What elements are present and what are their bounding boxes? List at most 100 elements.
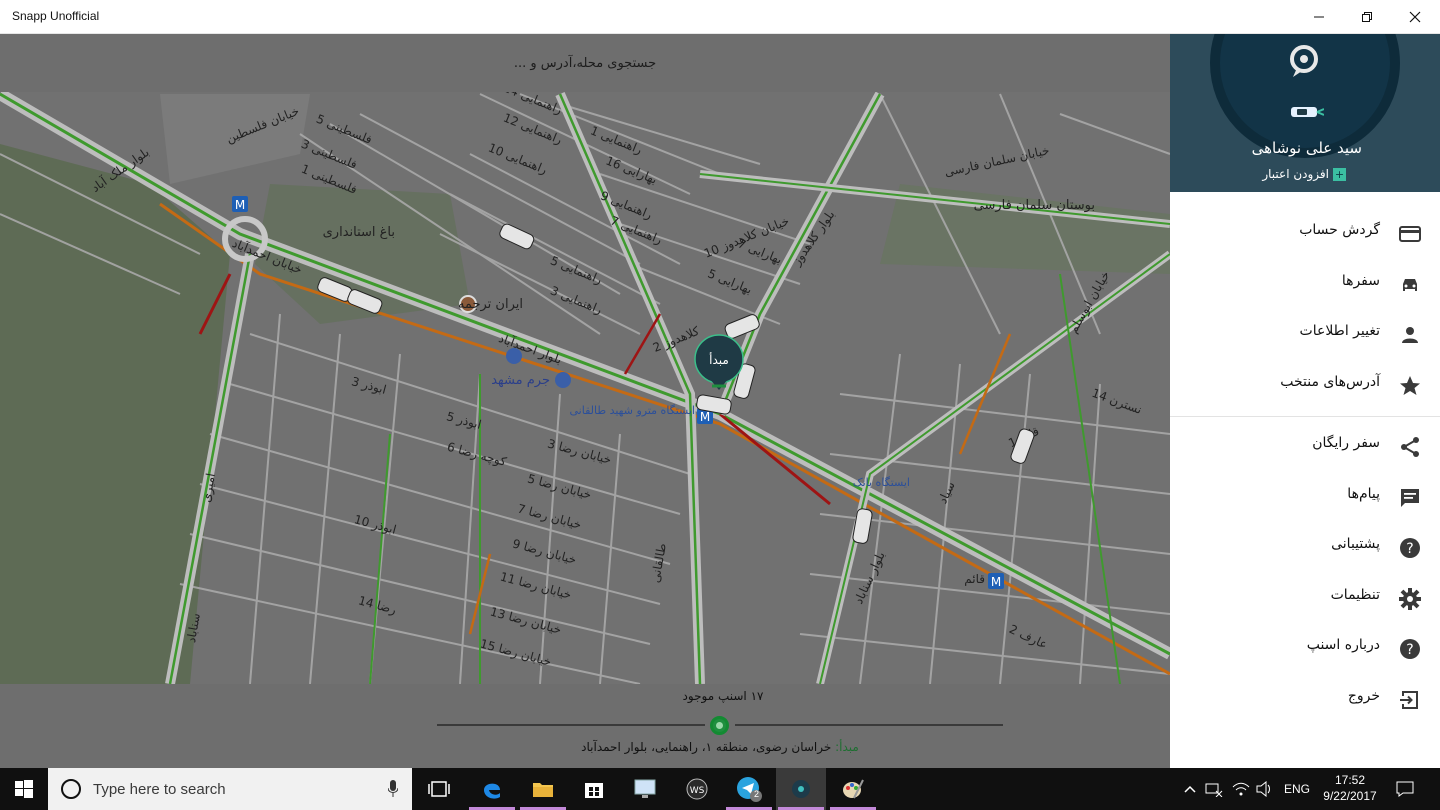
gear-icon	[1399, 587, 1421, 610]
network-disconnected-icon	[1205, 783, 1223, 797]
close-icon	[1409, 11, 1421, 23]
share-icon	[1401, 437, 1419, 457]
help-icon: ?	[1400, 538, 1420, 558]
start-button[interactable]	[0, 768, 48, 810]
taskbar: Type here to search WS 2 ENG 17:52 9/22/…	[0, 768, 1440, 810]
add-credit-label: افزودن اعتبار	[1262, 167, 1329, 181]
map-view[interactable]: M M M باغ استانداری ایران ترجمه جرم مشهد…	[0, 34, 1170, 768]
wifi-icon	[1232, 782, 1250, 796]
tray-clock[interactable]: 17:52 9/22/2017	[1316, 772, 1384, 804]
menu-item-label: درباره اسنپ	[1306, 637, 1380, 653]
menu-item-logout[interactable]: خروج	[1170, 675, 1440, 726]
paint-icon	[843, 779, 864, 799]
origin-address: مبدأ: خراسان رضوی، منطقه ۱، راهنمایی، بل…	[0, 740, 1170, 754]
taskbar-app-edge[interactable]	[467, 768, 517, 810]
help-icon: ?	[1400, 639, 1420, 659]
slider-track-left[interactable]	[437, 724, 705, 726]
clock-time: 17:52	[1334, 773, 1366, 787]
tray-language[interactable]: ENG	[1284, 768, 1310, 810]
menu-item-account-history[interactable]: گردش حساب	[1170, 209, 1440, 260]
svg-text:WS: WS	[690, 786, 705, 796]
menu-item-favorite-addresses[interactable]: آدرس‌های منتخب	[1170, 361, 1440, 412]
menu-item-label: سفرها	[1341, 272, 1380, 289]
menu-item-settings[interactable]: تنظیمات	[1170, 574, 1440, 625]
menu-item-support[interactable]: پشتیبانی ?	[1170, 523, 1440, 574]
drawer-header: سید علی نوشاهی + افزودن اعتبار	[1170, 34, 1440, 192]
snapp-logo-icon	[1290, 45, 1318, 77]
action-center-button[interactable]	[1392, 768, 1418, 810]
taskbar-app-monitor[interactable]	[620, 768, 670, 810]
tray-wifi[interactable]	[1232, 768, 1250, 810]
slider-track-right[interactable]	[735, 724, 1003, 726]
map-label: جرم مشهد	[491, 373, 550, 388]
maximize-button[interactable]	[1344, 0, 1390, 34]
origin-address-text: خراسان رضوی، منطقه ۱، راهنمایی، بلوار اح…	[581, 740, 832, 754]
menu-item-rides[interactable]: سفرها	[1170, 260, 1440, 311]
menu-item-label: خروج	[1347, 687, 1380, 704]
car-badge-icon	[1291, 107, 1324, 117]
snapp-app-icon	[792, 780, 810, 798]
close-button[interactable]	[1392, 0, 1438, 34]
taskbar-app-ws[interactable]: WS	[672, 768, 722, 810]
minimize-button[interactable]	[1296, 0, 1342, 34]
metro-label: M	[235, 198, 245, 212]
svg-text:?: ?	[1406, 642, 1413, 658]
map-label: ایستگاه مترو شهید طالقانی	[569, 404, 695, 417]
window-title: Snapp Unofficial	[12, 9, 100, 23]
ws-app-icon: WS	[686, 778, 708, 800]
map-label: ایران ترجمه	[458, 297, 523, 312]
menu-item-label: آدرس‌های منتخب	[1280, 373, 1380, 390]
restore-icon	[1362, 12, 1372, 22]
star-icon	[1400, 375, 1420, 395]
origin-panel: ۱۷ اسنپ موجود مبدأ: خراسان رضوی، منطقه ۱…	[0, 684, 1170, 768]
navigation-drawer: سید علی نوشاهی + افزودن اعتبار گردش حساب…	[1170, 34, 1440, 768]
menu-item-about[interactable]: درباره اسنپ ?	[1170, 624, 1440, 675]
menu-item-free-ride[interactable]: سفر رایگان	[1170, 422, 1440, 473]
metro-label: M	[700, 410, 710, 424]
taskbar-app-telegram[interactable]: 2	[724, 768, 774, 810]
origin-prefix: مبدأ:	[835, 740, 859, 754]
menu-item-label: گردش حساب	[1299, 222, 1380, 238]
available-drivers-count: ۱۷ اسنپ موجود	[682, 689, 764, 703]
search-placeholder[interactable]: جستجوی محله،آدرس و ...	[514, 56, 656, 71]
thumb-dot	[716, 722, 723, 729]
edge-icon	[484, 783, 500, 799]
park-area	[0, 144, 230, 684]
origin-slider-thumb[interactable]	[710, 716, 729, 735]
map-canvas[interactable]: M M M باغ استانداری ایران ترجمه جرم مشهد…	[0, 34, 1170, 768]
tray-network-sync[interactable]	[1205, 768, 1223, 810]
search-bar[interactable]: جستجوی محله،آدرس و ...	[0, 34, 1170, 92]
chevron-up-icon	[1184, 785, 1196, 793]
task-view-button[interactable]	[414, 768, 464, 810]
tray-overflow-button[interactable]	[1180, 768, 1200, 810]
folder-icon	[533, 783, 553, 797]
taskbar-app-paint[interactable]	[828, 768, 878, 810]
user-name: سید علی نوشاهی	[1251, 139, 1362, 157]
menu-item-label: پیام‌ها	[1347, 485, 1380, 502]
microphone-icon[interactable]	[388, 780, 398, 798]
menu-item-messages[interactable]: پیام‌ها	[1170, 473, 1440, 524]
map-label: باغ استانداری	[323, 225, 395, 240]
drawer-menu: گردش حساب سفرها تغییر اطلاعات آدرس‌های م…	[1170, 209, 1440, 725]
svg-text:?: ?	[1406, 541, 1413, 557]
menu-item-edit-profile[interactable]: تغییر اطلاعات	[1170, 310, 1440, 361]
taskbar-app-snapp[interactable]	[776, 768, 826, 810]
clock-date: 9/22/2017	[1323, 789, 1377, 803]
volume-icon	[1256, 781, 1270, 797]
tray-volume[interactable]	[1256, 768, 1274, 810]
add-credit-link[interactable]: + افزودن اعتبار	[1262, 167, 1346, 181]
poi-marker[interactable]	[555, 372, 571, 388]
minimize-icon	[1314, 16, 1324, 18]
map-label: بوستان سلمان فارسی	[974, 198, 1095, 213]
credit-card-icon	[1399, 226, 1421, 242]
taskbar-search[interactable]: Type here to search	[48, 768, 412, 810]
person-icon	[1402, 327, 1418, 343]
menu-item-label: سفر رایگان	[1312, 435, 1380, 451]
taskbar-app-store[interactable]	[569, 768, 619, 810]
taskbar-app-explorer[interactable]	[518, 768, 568, 810]
map-label: ایستگاه بانک	[853, 476, 910, 489]
telegram-badge: 2	[754, 789, 760, 799]
windows-logo-icon	[15, 780, 33, 798]
notification-icon	[1396, 781, 1414, 797]
menu-item-label: تغییر اطلاعات	[1299, 323, 1380, 339]
